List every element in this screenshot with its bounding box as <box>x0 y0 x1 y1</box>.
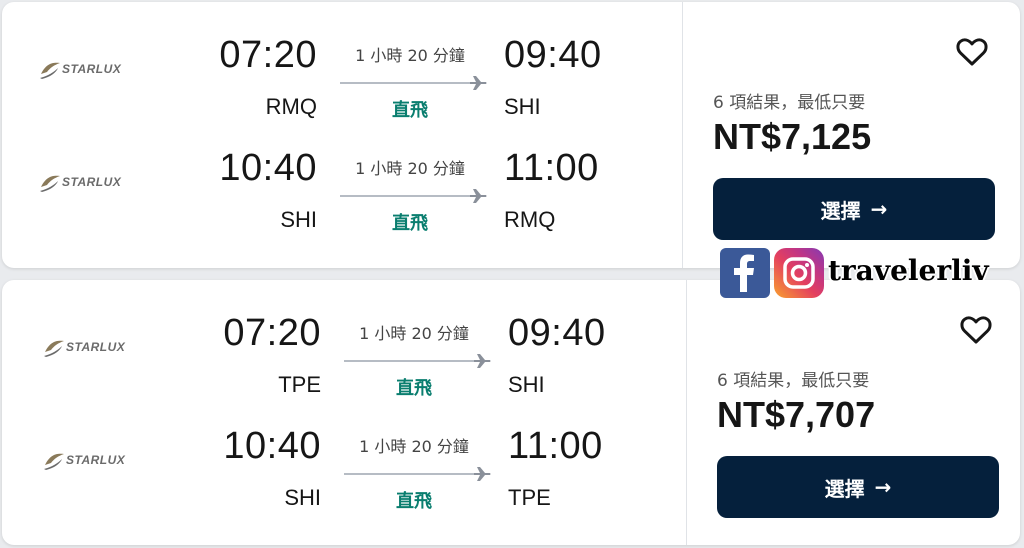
plane-icon <box>470 76 487 90</box>
stops-label: 直飛 <box>392 213 428 234</box>
airline-logo: STARLUX <box>42 449 152 473</box>
plane-icon <box>474 354 491 368</box>
starlux-logo-icon <box>40 62 60 79</box>
select-button[interactable]: 選擇 → <box>717 456 999 518</box>
flight-duration: 1 小時 20 分鐘 <box>355 159 465 178</box>
airline-logo: STARLUX <box>38 171 148 195</box>
airline-logo: STARLUX <box>42 336 152 360</box>
stops-label: 直飛 <box>396 491 432 512</box>
arrival-airport: RMQ <box>504 207 556 232</box>
departure-time: 07:20 <box>223 312 321 354</box>
flight-duration: 1 小時 20 分鐘 <box>355 46 465 65</box>
departure-time: 07:20 <box>219 34 317 76</box>
flight-duration: 1 小時 20 分鐘 <box>359 437 469 456</box>
price-panel: 6 項結果，最低只要 NT$7,707 選擇 → <box>687 280 1020 545</box>
departure-time: 10:40 <box>219 147 317 189</box>
heart-outline-icon[interactable] <box>954 34 990 70</box>
select-button-label: 選擇 <box>824 476 865 501</box>
price-panel: 6 項結果，最低只要 NT$7,125 選擇 → <box>683 2 1020 268</box>
instagram-icon <box>774 248 824 298</box>
airline-name: STARLUX <box>62 62 122 76</box>
plane-icon <box>474 467 491 481</box>
arrow-right-icon: → <box>870 197 888 221</box>
watermark-handle: travelerliv <box>828 254 989 287</box>
result-card[interactable]: STARLUX 07:20 RMQ 1 小時 20 分鐘 直飛 09:40 SH… <box>2 2 1020 268</box>
facebook-icon <box>720 248 770 298</box>
route-line <box>340 76 490 90</box>
starlux-logo-icon <box>40 175 60 192</box>
price: NT$7,125 <box>713 116 872 157</box>
plane-icon <box>470 189 487 203</box>
social-watermark: travelerliv <box>720 248 990 300</box>
arrival-time: 09:40 <box>504 34 602 76</box>
select-button[interactable]: 選擇 → <box>713 178 995 240</box>
departure-airport: SHI <box>284 485 321 510</box>
airline-name: STARLUX <box>66 453 126 467</box>
departure-time: 10:40 <box>223 425 321 467</box>
starlux-logo-icon <box>44 453 64 470</box>
result-summary: 6 項結果，最低只要 <box>713 93 866 113</box>
route-line <box>340 189 490 203</box>
arrival-airport: TPE <box>508 485 551 510</box>
airline-name: STARLUX <box>62 175 122 189</box>
flight-leg-outbound: STARLUX 07:20 TPE 1 小時 20 分鐘 直飛 09:40 SH… <box>2 280 682 399</box>
heart-outline-icon[interactable] <box>958 312 994 348</box>
arrival-time: 09:40 <box>508 312 606 354</box>
airline-name: STARLUX <box>66 340 126 354</box>
route-line <box>344 467 494 481</box>
departure-airport: SHI <box>280 207 317 232</box>
result-summary: 6 項結果，最低只要 <box>717 371 870 391</box>
arrival-time: 11:00 <box>508 425 603 467</box>
route-line <box>344 354 494 368</box>
starlux-logo-icon <box>44 340 64 357</box>
result-card[interactable]: STARLUX 07:20 TPE 1 小時 20 分鐘 直飛 09:40 SH… <box>2 280 1020 545</box>
arrow-right-icon: → <box>874 475 892 499</box>
flight-leg-return: STARLUX 10:40 SHI 1 小時 20 分鐘 直飛 11:00 TP… <box>2 393 682 512</box>
price: NT$7,707 <box>717 394 876 435</box>
flight-leg-outbound: STARLUX 07:20 RMQ 1 小時 20 分鐘 直飛 09:40 SH… <box>2 2 682 121</box>
arrival-time: 11:00 <box>504 147 599 189</box>
airline-logo: STARLUX <box>38 58 148 82</box>
flight-leg-return: STARLUX 10:40 SHI 1 小時 20 分鐘 直飛 11:00 RM… <box>2 115 682 234</box>
select-button-label: 選擇 <box>820 198 861 223</box>
flight-duration: 1 小時 20 分鐘 <box>359 324 469 343</box>
